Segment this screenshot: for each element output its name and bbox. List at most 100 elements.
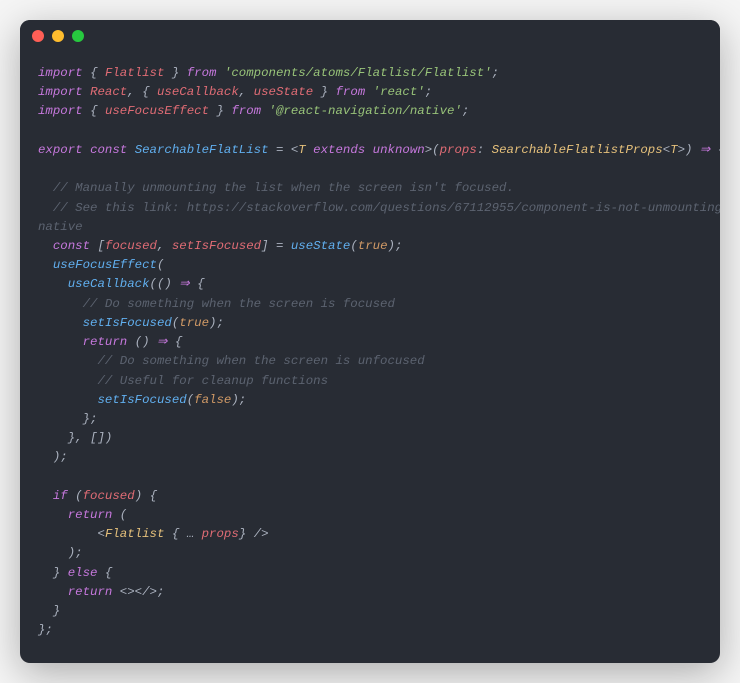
identifier: Flatlist [105,66,165,80]
brace: } [209,104,224,118]
const-name: SearchableFlatList [135,143,269,157]
brace: { [90,66,105,80]
minimize-icon[interactable] [52,30,64,42]
paren: ) [135,489,150,503]
equals: = [269,239,291,253]
kw-unknown: unknown [373,143,425,157]
semicolon: ; [239,393,246,407]
brace: { [197,277,204,291]
brace: }, []) [68,431,113,445]
comment: // Useful for cleanup functions [98,374,329,388]
angle: > [678,143,685,157]
semicolon: ; [492,66,499,80]
semicolon: ; [216,316,223,330]
code-block: import { Flatlist } from 'components/ato… [20,52,720,663]
comment: // See this link: https://stackoverflow.… [53,201,720,215]
brace: } [53,604,60,618]
identifier: useCallback [157,85,239,99]
kw-export: export [38,143,83,157]
brace: { [718,143,720,157]
brace: { [90,104,105,118]
var: focused [105,239,157,253]
comment: // Manually unmounting the list when the… [53,181,514,195]
kw-return: return [68,585,113,599]
paren: ( [157,258,164,272]
fn-call: useCallback [68,277,150,291]
jsx-close: /> [254,527,269,541]
colon: : [477,143,492,157]
var: props [202,527,239,541]
brace: } [313,85,328,99]
maximize-icon[interactable] [72,30,84,42]
code-window: import { Flatlist } from 'components/ato… [20,20,720,663]
kw-from: from [187,66,217,80]
kw-from: from [335,85,365,99]
var: setIsFocused [172,239,261,253]
comment: native [38,220,83,234]
bool: true [179,316,209,330]
semicolon: ; [462,104,469,118]
brace: { [175,335,182,349]
window-titlebar [20,20,720,52]
brace: { [150,489,157,503]
empty-params: () [157,277,172,291]
fn-call: setIsFocused [98,393,187,407]
kw-const: const [53,239,90,253]
fn-call: useFocusEffect [53,258,157,272]
arrow: ⇒ [692,143,717,157]
jsx-angle: < [98,527,105,541]
string: 'components/atoms/Flatlist/Flatlist' [224,66,492,80]
arrow: ⇒ [150,335,175,349]
close-icon[interactable] [32,30,44,42]
brace: } [164,66,179,80]
brace: ); [53,450,68,464]
kw-import: import [38,104,83,118]
bool: true [358,239,388,253]
type: SearchableFlatlistProps [492,143,663,157]
bracket: [ [98,239,105,253]
equals: = [269,143,291,157]
paren: ) [231,393,238,407]
brace: } [239,527,254,541]
semicolon: ; [425,85,432,99]
comment: // Do something when the screen is focus… [83,297,395,311]
jsx-component: Flatlist [105,527,165,541]
bracket: ] [261,239,268,253]
comma: , [157,239,172,253]
brace: { [142,85,157,99]
spread: { … [164,527,201,541]
comment: // Do something when the screen is unfoc… [98,354,425,368]
paren: ( [350,239,357,253]
identifier: React [90,85,127,99]
string: '@react-navigation/native' [269,104,462,118]
semicolon: ; [395,239,402,253]
jsx-fragment: <></>; [112,585,164,599]
brace: }; [38,623,53,637]
kw-const: const [90,143,127,157]
comma: , [127,85,142,99]
paren: ) [388,239,395,253]
empty-params: () [135,335,150,349]
paren: ( [68,489,83,503]
fn-call: setIsFocused [83,316,172,330]
kw-if: if [53,489,68,503]
kw-else: else [68,566,98,580]
param: props [440,143,477,157]
brace: }; [83,412,98,426]
identifier: useFocusEffect [105,104,209,118]
bool: false [194,393,231,407]
kw-import: import [38,66,83,80]
kw-import: import [38,85,83,99]
brace: ); [68,546,83,560]
type-param: T [670,143,677,157]
fn-call: useState [291,239,351,253]
paren: ( [432,143,439,157]
kw-return: return [68,508,113,522]
paren: ( [112,508,127,522]
kw-extends: extends [313,143,365,157]
angle: < [663,143,670,157]
var: focused [83,489,135,503]
kw-return: return [83,335,128,349]
string: 'react' [373,85,425,99]
type-param: T [298,143,305,157]
